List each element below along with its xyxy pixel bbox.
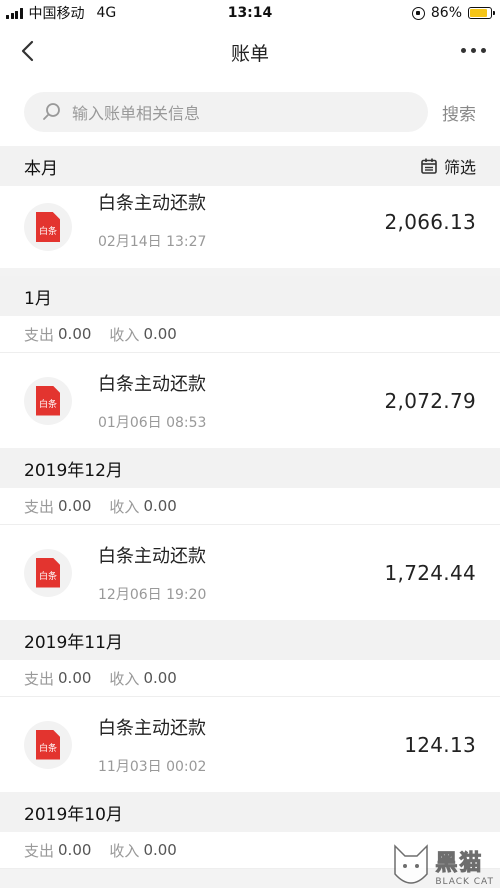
month-header: 2019年10月 <box>0 792 500 832</box>
record-title: 白条主动还款 <box>98 545 206 567</box>
income-label: 收入 <box>109 497 140 516</box>
income-value: 0.00 <box>143 325 177 343</box>
search-input[interactable]: 输入账单相关信息 <box>24 92 428 132</box>
record-time: 01月06日 08:53 <box>98 414 207 431</box>
record-time: 02月14日 13:27 <box>98 234 207 250</box>
month-summary: 支出 0.00 收入 0.00 <box>0 488 500 525</box>
list-item[interactable]: 白条 白条主动还款 02月14日 13:27 2,066.13 <box>0 186 500 268</box>
expense-value: 0.00 <box>58 325 92 343</box>
month-header: 2019年11月 <box>0 620 500 660</box>
record-title: 白条主动还款 <box>98 717 206 739</box>
baitiao-tag-icon: 白条 <box>36 212 60 242</box>
month-label: 本月 <box>24 158 58 179</box>
network-type: 4G <box>96 5 117 21</box>
list-item[interactable]: 白条 白条主动还款 11月03日 00:02 124.13 <box>0 697 500 792</box>
record-amount: 2,066.13 <box>384 210 476 234</box>
month-summary: 支出 0.00 收入 0.00 <box>0 316 500 353</box>
more-icon[interactable] <box>461 48 486 53</box>
baitiao-tag-icon: 白条 <box>36 729 60 760</box>
section-gap <box>0 268 500 276</box>
record-title: 白条主动还款 <box>98 193 206 214</box>
expense-label: 支出 <box>24 669 55 688</box>
income-value: 0.00 <box>143 841 177 859</box>
month-header-current: 本月 筛选 <box>0 146 500 186</box>
baitiao-logo: 白条 <box>24 548 72 597</box>
baitiao-logo: 白条 <box>24 720 72 769</box>
income-label: 收入 <box>109 669 140 688</box>
search-button[interactable]: 搜索 <box>442 100 476 125</box>
calendar-icon <box>421 158 437 174</box>
filter-label: 筛选 <box>443 158 476 177</box>
expense-value: 0.00 <box>58 669 92 687</box>
month-header: 2019年12月 <box>0 448 500 488</box>
battery-percent: 86% <box>430 5 462 21</box>
baitiao-tag-icon: 白条 <box>36 385 60 416</box>
signal-icon <box>6 7 23 19</box>
record-time: 12月06日 19:20 <box>98 586 207 603</box>
nav-bar: 账单 <box>0 26 500 78</box>
month-label: 2019年11月 <box>24 632 123 653</box>
baitiao-logo: 白条 <box>24 203 72 251</box>
battery-icon <box>468 7 495 19</box>
expense-value: 0.00 <box>58 497 92 515</box>
baitiao-logo: 白条 <box>24 376 72 425</box>
watermark-cn: 黑猫 <box>435 851 484 877</box>
income-label: 收入 <box>109 325 140 344</box>
baitiao-tag-icon: 白条 <box>36 557 60 588</box>
search-row: 输入账单相关信息 搜索 <box>0 78 500 146</box>
expense-label: 支出 <box>24 325 55 344</box>
expense-value: 0.00 <box>58 841 92 859</box>
watermark: 黑猫 BLACK CAT <box>391 844 494 888</box>
income-value: 0.00 <box>143 497 177 515</box>
list-item[interactable]: 白条 白条主动还款 01月06日 08:53 2,072.79 <box>0 353 500 448</box>
record-title: 白条主动还款 <box>98 373 206 395</box>
cat-logo-icon <box>394 844 429 884</box>
record-amount: 1,724.44 <box>384 560 476 585</box>
watermark-en: BLACK CAT <box>435 877 494 887</box>
income-value: 0.00 <box>143 669 177 687</box>
search-placeholder: 输入账单相关信息 <box>72 104 201 123</box>
month-summary: 支出 0.00 收入 0.00 <box>0 660 500 697</box>
search-icon <box>43 103 60 120</box>
month-label: 2019年10月 <box>24 804 123 825</box>
chevron-left-icon[interactable] <box>18 40 40 62</box>
carrier: 中国移动 <box>28 6 85 22</box>
expense-label: 支出 <box>24 497 55 516</box>
list-item[interactable]: 白条 白条主动还款 12月06日 19:20 1,724.44 <box>0 525 500 620</box>
page-title: 账单 <box>230 42 269 65</box>
month-label: 2019年12月 <box>24 460 123 481</box>
rotation-lock-icon <box>411 6 425 20</box>
month-header: 1月 <box>0 276 500 316</box>
month-label: 1月 <box>24 288 52 309</box>
record-amount: 2,072.79 <box>384 388 476 413</box>
record-amount: 124.13 <box>404 732 476 757</box>
expense-label: 支出 <box>24 841 55 860</box>
filter-button[interactable]: 筛选 <box>420 154 476 178</box>
income-label: 收入 <box>109 841 140 860</box>
record-time: 11月03日 00:02 <box>98 758 207 775</box>
status-bar: 中国移动 4G 13:14 86% <box>0 0 500 26</box>
